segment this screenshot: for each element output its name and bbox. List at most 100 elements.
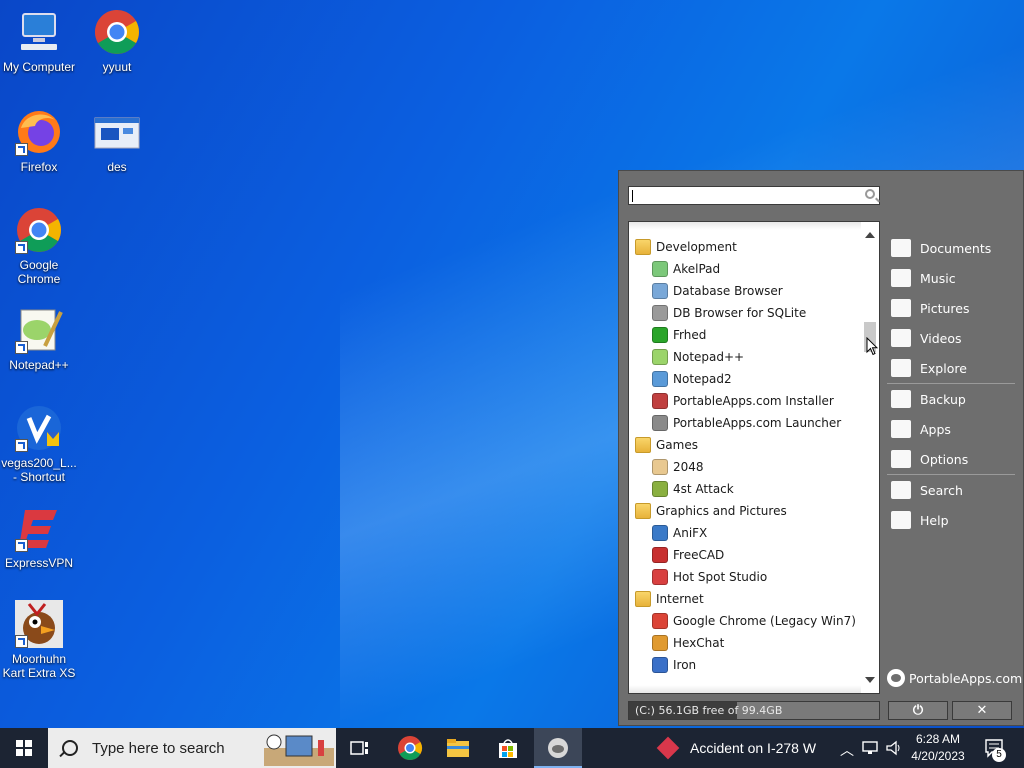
category-header[interactable]: Development bbox=[635, 236, 737, 258]
search-icon bbox=[865, 189, 875, 199]
menu-item-explore[interactable]: Explore bbox=[887, 353, 1017, 383]
desktop-icon-label: yyuut bbox=[102, 60, 132, 74]
text-caret bbox=[632, 190, 633, 202]
chevron-up-icon[interactable]: ︿ bbox=[840, 740, 854, 760]
desktop-icon-notepadpp[interactable]: Notepad++ bbox=[0, 306, 78, 372]
app-list-label: Notepad++ bbox=[673, 350, 745, 364]
news-widget[interactable]: Accident on I-278 W bbox=[656, 728, 816, 768]
app-list-item[interactable]: Notepad2 bbox=[652, 368, 732, 390]
windows-logo-icon bbox=[16, 740, 32, 756]
app-list-item[interactable]: HexChat bbox=[652, 632, 724, 654]
app-list-item[interactable]: Frhed bbox=[652, 324, 706, 346]
taskbar-chrome-button[interactable] bbox=[386, 728, 434, 768]
menu-item-videos[interactable]: Videos bbox=[887, 323, 1017, 353]
task-view-button[interactable] bbox=[336, 728, 384, 768]
taskbar: Type here to search Accident on I-278 W … bbox=[0, 728, 1024, 768]
app-list-item[interactable]: FreeCAD bbox=[652, 544, 724, 566]
window-image-icon bbox=[93, 108, 141, 156]
app-list-item[interactable]: Hot Spot Studio bbox=[652, 566, 767, 588]
folder-icon bbox=[891, 359, 911, 377]
app-list-item[interactable]: Database Browser bbox=[652, 280, 783, 302]
menu-item-apps[interactable]: Apps bbox=[887, 414, 1017, 444]
app-list-item[interactable]: PortableApps.com Installer bbox=[652, 390, 834, 412]
power-icon: ⏻ bbox=[912, 703, 924, 718]
menu-item-label: Pictures bbox=[920, 300, 970, 316]
taskbar-store-button[interactable] bbox=[484, 728, 532, 768]
app-list-item[interactable]: AkelPad bbox=[652, 258, 720, 280]
power-button[interactable]: ⏻ bbox=[888, 701, 948, 720]
desktop-icon-moorhuhn[interactable]: Moorhuhn Kart Extra XS bbox=[0, 600, 78, 680]
app-search-input[interactable] bbox=[628, 186, 880, 205]
category-header[interactable]: Graphics and Pictures bbox=[635, 500, 787, 522]
app-list-label: Internet bbox=[656, 592, 704, 606]
category-header[interactable]: Games bbox=[635, 434, 698, 456]
menu-item-options[interactable]: Options bbox=[887, 444, 1017, 474]
desktop-icon-des[interactable]: des bbox=[78, 108, 156, 174]
desktop-icon-label: vegas200_L... - Shortcut bbox=[1, 456, 77, 484]
game-2048-icon bbox=[652, 459, 668, 475]
desktop-icon-expressvpn[interactable]: ExpressVPN bbox=[0, 504, 78, 570]
menu-item-documents[interactable]: Documents bbox=[887, 233, 1017, 263]
menu-item-label: Videos bbox=[920, 330, 962, 346]
portableapps-menu: Development AkelPad Database Browser DB Bro… bbox=[618, 170, 1024, 726]
app-list-label: Google Chrome (Legacy Win7) bbox=[673, 614, 856, 628]
app-list-label: FreeCAD bbox=[673, 548, 725, 562]
taskbar-portableapps-button[interactable] bbox=[534, 728, 582, 768]
list-bottom-fade bbox=[629, 685, 861, 693]
app-list-item[interactable]: 4st Attack bbox=[652, 478, 734, 500]
app-list-item[interactable]: Notepad++ bbox=[652, 346, 744, 368]
menu-item-help[interactable]: Help bbox=[887, 505, 1017, 535]
expressvpn-icon bbox=[15, 504, 63, 552]
menu-item-search[interactable]: Search bbox=[887, 475, 1017, 505]
file-explorer-icon bbox=[447, 739, 469, 757]
documents-icon bbox=[891, 239, 911, 257]
akelpad-icon bbox=[652, 261, 668, 277]
desktop-icon-label: Notepad++ bbox=[9, 358, 69, 372]
menu-item-music[interactable]: Music bbox=[887, 263, 1017, 293]
scroll-down-icon[interactable] bbox=[865, 677, 875, 683]
desktop-icon-yyuut[interactable]: yyuut bbox=[78, 8, 156, 74]
app-list-item[interactable]: DB Browser for SQLite bbox=[652, 302, 806, 324]
notification-count-badge: 5 bbox=[992, 748, 1006, 762]
desktop-icon-firefox[interactable]: Firefox bbox=[0, 108, 78, 174]
system-clock[interactable]: 6:28 AM 4/20/2023 bbox=[906, 731, 970, 765]
brand-label: PortableApps.com bbox=[909, 670, 1023, 686]
videos-icon bbox=[891, 329, 911, 347]
app-list-item[interactable]: 2048 bbox=[652, 456, 704, 478]
app-list-item[interactable]: Google Chrome (Legacy Win7) bbox=[652, 610, 856, 632]
search-icon bbox=[891, 481, 911, 499]
desktop-icon-label: Firefox bbox=[20, 160, 58, 174]
menu-item-backup[interactable]: Backup bbox=[887, 384, 1017, 414]
menu-item-label: Music bbox=[920, 270, 956, 286]
app-list-scrollbar[interactable] bbox=[861, 222, 879, 693]
menu-item-pictures[interactable]: Pictures bbox=[887, 293, 1017, 323]
network-icon[interactable] bbox=[862, 741, 880, 755]
hotspot-studio-icon bbox=[652, 569, 668, 585]
app-list-item[interactable]: PortableApps.com Launcher bbox=[652, 412, 841, 434]
hexchat-icon bbox=[652, 635, 668, 651]
music-icon bbox=[891, 269, 911, 287]
portableapps-logo-icon bbox=[548, 738, 568, 758]
category-header[interactable]: Internet bbox=[635, 588, 704, 610]
volume-icon[interactable] bbox=[885, 740, 903, 756]
search-highlight-illustration-icon bbox=[264, 734, 334, 766]
desktop-icon-google-chrome[interactable]: Google Chrome bbox=[0, 206, 78, 286]
app-list-item[interactable]: AniFX bbox=[652, 522, 707, 544]
taskbar-file-explorer-button[interactable] bbox=[434, 728, 482, 768]
action-center-button[interactable]: 5 bbox=[984, 738, 1006, 762]
close-menu-button[interactable]: ✕ bbox=[952, 701, 1012, 720]
portableapps-brand[interactable]: PortableApps.com bbox=[887, 669, 1022, 687]
shortcut-arrow-icon bbox=[15, 143, 28, 156]
firefox-icon bbox=[15, 108, 63, 156]
app-list-label: AkelPad bbox=[673, 262, 721, 276]
scroll-up-icon[interactable] bbox=[865, 232, 875, 238]
sqlite-icon bbox=[652, 305, 668, 321]
desktop-icon-vegas[interactable]: vegas200_L... - Shortcut bbox=[0, 404, 78, 484]
taskbar-search-box[interactable]: Type here to search bbox=[48, 728, 336, 768]
app-list-label: DB Browser for SQLite bbox=[673, 306, 807, 320]
desktop-icon-my-computer[interactable]: My Computer bbox=[0, 8, 78, 74]
app-list-item[interactable]: Iron bbox=[652, 654, 696, 676]
moorhuhn-icon bbox=[15, 600, 63, 648]
start-button[interactable] bbox=[0, 728, 48, 768]
desktop-icon-label: Moorhuhn Kart Extra XS bbox=[2, 652, 76, 680]
